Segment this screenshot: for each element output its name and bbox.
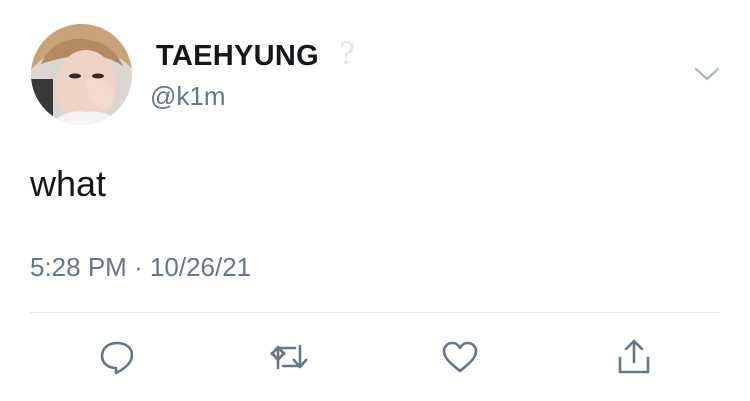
tweet-timestamp[interactable]: 5:28 PM · 10/26/21 <box>30 252 251 283</box>
divider <box>30 312 720 313</box>
avatar[interactable] <box>31 24 132 125</box>
retweet-button[interactable] <box>269 338 309 376</box>
tweet-card: TAEHYUNG ? @k1m what 5:28 PM · 10/26/21 <box>0 0 750 401</box>
retweet-icon <box>270 344 308 370</box>
reply-button[interactable] <box>97 338 137 376</box>
tweet-text: what <box>30 163 107 204</box>
heart-icon <box>442 341 478 373</box>
share-icon <box>618 339 650 374</box>
reply-icon <box>100 341 134 375</box>
chevron-down-icon[interactable] <box>693 64 721 84</box>
unknown-glyph: ? <box>339 37 356 72</box>
like-button[interactable] <box>440 338 480 376</box>
user-handle[interactable]: @k1m <box>150 81 226 112</box>
avatar-photo <box>31 24 132 125</box>
display-name[interactable]: TAEHYUNG <box>156 40 319 73</box>
share-button[interactable] <box>614 338 654 376</box>
